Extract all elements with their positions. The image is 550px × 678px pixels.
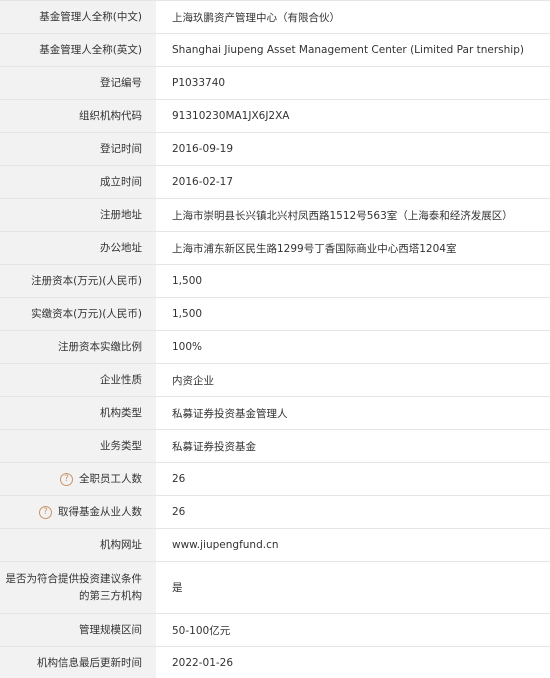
row-label: 办公地址 [0, 232, 156, 264]
row-label: 管理规模区间 [0, 614, 156, 646]
row-value: 100% [172, 341, 203, 353]
row-value: P1033740 [172, 77, 226, 89]
row-label: 注册资本(万元)(人民币) [0, 265, 156, 297]
row-value: 50-100亿元 [172, 624, 231, 637]
row-label: 基金管理人全称(中文) [0, 1, 156, 33]
table-row-institution-type: 机构类型 私募证券投资基金管理人 [0, 397, 550, 430]
row-value: 上海市浦东新区民生路1299号丁香国际商业中心西塔1204室 [172, 242, 457, 255]
table-row-org-code: 组织机构代码 91310230MA1JX6J2XA [0, 100, 550, 133]
row-value: 26 [172, 506, 186, 518]
row-label: 基金管理人全称(英文) [0, 34, 156, 66]
row-value: 2016-09-19 [172, 143, 234, 155]
info-table: 基金管理人全称(中文) 上海玖鹏资产管理中心（有限合伙） 基金管理人全称(英文)… [0, 0, 550, 678]
row-label-line2: 的第三方机构 [79, 589, 142, 602]
row-label: 机构信息最后更新时间 [0, 647, 156, 678]
help-icon[interactable]: ? [60, 472, 73, 486]
row-label: 组织机构代码 [0, 100, 156, 132]
row-label: 登记编号 [0, 67, 156, 99]
table-row-registration-number: 登记编号 P1033740 [0, 67, 550, 100]
row-label: 成立时间 [0, 166, 156, 198]
table-row-enterprise-nature: 企业性质 内资企业 [0, 364, 550, 397]
label-wrap: ? 全职员工人数 [60, 471, 142, 488]
table-row-paid-capital: 实缴资本(万元)(人民币) 1,500 [0, 298, 550, 331]
row-value: 上海玖鹏资产管理中心（有限合伙） [172, 11, 340, 24]
table-row-registration-date: 登记时间 2016-09-19 [0, 133, 550, 166]
row-label-container: 是否为符合提供投资建议条件 的第三方机构 [0, 562, 156, 613]
row-label: 全职员工人数 [79, 472, 142, 485]
table-row-fulltime-staff: ? 全职员工人数 26 [0, 463, 550, 496]
row-value: 26 [172, 473, 186, 485]
row-value: Shanghai Jiupeng Asset Management Center… [172, 44, 524, 56]
table-row-last-updated: 机构信息最后更新时间 2022-01-26 [0, 647, 550, 678]
row-label: 注册地址 [0, 199, 156, 231]
row-label: 业务类型 [0, 430, 156, 462]
table-row-website: 机构网址 www.jiupengfund.cn [0, 529, 550, 562]
row-value: 是 [172, 582, 183, 594]
help-icon[interactable]: ? [39, 505, 52, 519]
row-label: 机构网址 [0, 529, 156, 561]
row-value: 私募证券投资基金管理人 [172, 407, 288, 420]
table-row-name-cn: 基金管理人全称(中文) 上海玖鹏资产管理中心（有限合伙） [0, 1, 550, 34]
row-value: 91310230MA1JX6J2XA [172, 110, 290, 122]
table-row-office-address: 办公地址 上海市浦东新区民生路1299号丁香国际商业中心西塔1204室 [0, 232, 550, 265]
table-row-name-en: 基金管理人全称(英文) Shanghai Jiupeng Asset Manag… [0, 34, 550, 67]
label-wrap: ? 取得基金从业人数 [39, 504, 142, 521]
row-label-container: ? 取得基金从业人数 [0, 496, 156, 528]
row-label-container: ? 全职员工人数 [0, 463, 156, 495]
row-value: 1,500 [172, 275, 203, 287]
table-row-registered-address: 注册地址 上海市崇明县长兴镇北兴村凤西路1512号563室（上海泰和经济发展区） [0, 199, 550, 232]
row-label: 取得基金从业人数 [58, 505, 142, 518]
table-row-established-date: 成立时间 2016-02-17 [0, 166, 550, 199]
row-label: 实缴资本(万元)(人民币) [0, 298, 156, 330]
row-label: 注册资本实缴比例 [0, 331, 156, 363]
row-label: 登记时间 [0, 133, 156, 165]
row-label-line1: 是否为符合提供投资建议条件 [5, 572, 143, 585]
table-row-third-party: 是否为符合提供投资建议条件 的第三方机构 是 [0, 562, 550, 614]
table-row-paid-ratio: 注册资本实缴比例 100% [0, 331, 550, 364]
row-value: 2016-02-17 [172, 176, 234, 188]
website-link[interactable]: www.jiupengfund.cn [156, 529, 550, 561]
row-value: 内资企业 [172, 374, 214, 387]
row-label: 机构类型 [0, 397, 156, 429]
row-value: 私募证券投资基金 [172, 440, 256, 453]
row-value: 上海市崇明县长兴镇北兴村凤西路1512号563室（上海泰和经济发展区） [172, 209, 513, 222]
row-value: 2022-01-26 [172, 657, 234, 669]
row-value: 1,500 [172, 308, 203, 320]
table-row-business-type: 业务类型 私募证券投资基金 [0, 430, 550, 463]
table-row-registered-capital: 注册资本(万元)(人民币) 1,500 [0, 265, 550, 298]
row-label: 企业性质 [0, 364, 156, 396]
table-row-aum-range: 管理规模区间 50-100亿元 [0, 614, 550, 647]
table-row-qualified-staff: ? 取得基金从业人数 26 [0, 496, 550, 529]
